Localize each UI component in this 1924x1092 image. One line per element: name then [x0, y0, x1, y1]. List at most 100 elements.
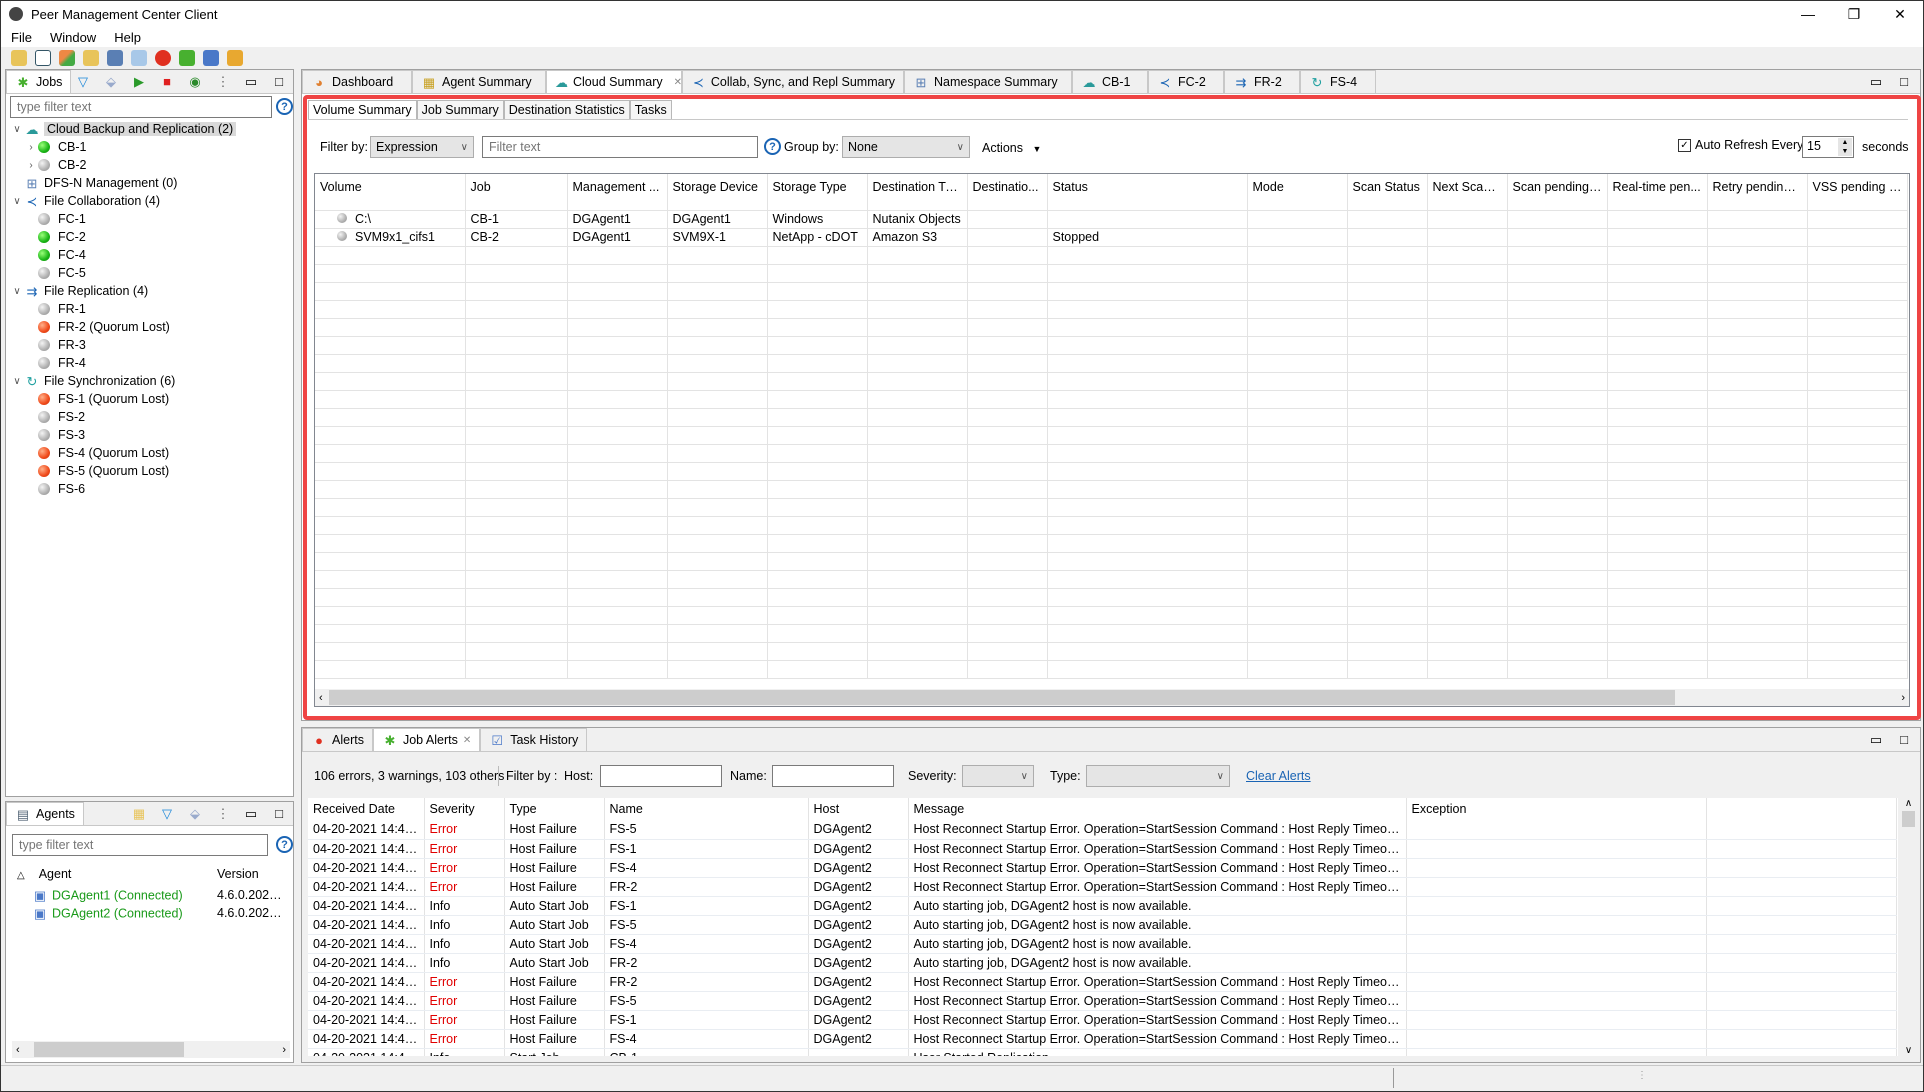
tree-group[interactable]: ∨ ≺ File Collaboration (4) — [10, 192, 285, 210]
agents-tab[interactable]: ▤ Agents — [6, 802, 84, 825]
minimize-view-icon[interactable]: ▭ — [1868, 73, 1884, 89]
alerts-vscrollbar[interactable]: ∧ ∨ — [1900, 798, 1917, 1056]
dashboard-icon[interactable] — [59, 50, 75, 66]
tree-item[interactable]: FC-5 — [10, 264, 285, 282]
name-filter-input[interactable] — [772, 765, 894, 787]
scroll-thumb[interactable] — [1902, 811, 1915, 827]
tree-item[interactable]: FC-4 — [10, 246, 285, 264]
tree-item[interactable]: FC-1 — [10, 210, 285, 228]
task-icon[interactable] — [203, 50, 219, 66]
list-icon[interactable] — [35, 50, 51, 66]
tree-item[interactable]: FR-3 — [10, 336, 285, 354]
alert-row[interactable]: 04-20-2021 14:44:01 Info Auto Start Job FS-… — [308, 915, 1897, 935]
editor-tab[interactable]: ⇉ FR-2 — [1224, 70, 1300, 93]
alert-row[interactable]: 04-20-2021 14:43:31 Info Auto Start Job FR-… — [308, 953, 1897, 973]
restore-button[interactable]: ❐ — [1831, 1, 1877, 27]
type-select[interactable]: ∨ — [1086, 765, 1230, 787]
filter-icon[interactable]: ▽ — [159, 805, 175, 821]
sync-icon[interactable] — [227, 50, 243, 66]
close-tab-icon[interactable]: ✕ — [674, 77, 682, 88]
minimize-view-icon[interactable]: ▭ — [1868, 731, 1884, 747]
tree-item[interactable]: › CB-2 — [10, 156, 285, 174]
maximize-view-icon[interactable]: □ — [1896, 73, 1912, 89]
bottom-tab[interactable]: ☑ Task History — [480, 728, 588, 751]
alert-row[interactable]: 04-20-2021 14:45:06 Error Host Failure FS-1… — [308, 839, 1897, 859]
editor-tab[interactable]: ☁ Cloud Summary ✕ — [546, 70, 682, 93]
help-icon[interactable]: ? — [276, 836, 293, 853]
tag-icon[interactable]: ⬙ — [103, 73, 119, 89]
alert-row[interactable]: 04-20-2021 14:44:01 Info Auto Start Job FS-… — [308, 934, 1897, 954]
editor-tab[interactable]: ≺ FC-2 — [1148, 70, 1224, 93]
column-header[interactable]: Exception — [1406, 798, 1707, 820]
chevron-down-icon[interactable]: ∨ — [10, 196, 24, 207]
close-button[interactable]: ✕ — [1877, 1, 1923, 27]
scroll-thumb[interactable] — [34, 1042, 184, 1057]
version-column-header[interactable]: Version — [212, 862, 292, 886]
scroll-up-icon[interactable]: ∧ — [1900, 798, 1917, 809]
scroll-left-icon[interactable]: ‹ — [16, 1044, 20, 1056]
tree-item[interactable]: FS-6 — [10, 480, 285, 498]
agent-row[interactable]: ▣ DGAgent1 (Connected) 4.6.0.2021040 — [12, 886, 292, 904]
tree-item[interactable]: FS-5 (Quorum Lost) — [10, 462, 285, 480]
new-icon[interactable] — [11, 50, 27, 66]
run-icon[interactable]: ◉ — [187, 73, 203, 89]
jobs-icon[interactable] — [179, 50, 195, 66]
tree-item[interactable]: FR-4 — [10, 354, 285, 372]
column-header[interactable]: Message — [908, 798, 1407, 820]
tag-icon[interactable] — [131, 50, 147, 66]
maximize-view-icon[interactable]: □ — [271, 73, 287, 89]
editor-tab[interactable]: ▦ Agent Summary — [412, 70, 546, 93]
tree-group[interactable]: ∨ ↻ File Synchronization (6) — [10, 372, 285, 390]
tree-group[interactable]: ∨ ☁ Cloud Backup and Replication (2) — [10, 120, 285, 138]
tree-item[interactable]: FC-2 — [10, 228, 285, 246]
tree-group[interactable]: ∨ ⇉ File Replication (4) — [10, 282, 285, 300]
column-header[interactable]: Received Date — [308, 798, 425, 820]
stop-icon[interactable]: ■ — [159, 73, 175, 89]
tree-item[interactable]: FR-1 — [10, 300, 285, 318]
jobs-tab[interactable]: ✱ Jobs — [6, 70, 72, 93]
scroll-right-icon[interactable]: › — [282, 1044, 286, 1056]
agents-filter-input[interactable] — [12, 834, 268, 856]
close-tab-icon[interactable]: ✕ — [463, 735, 471, 746]
editor-tab[interactable]: ⊞ Namespace Summary — [904, 70, 1072, 93]
help-icon[interactable]: ? — [276, 98, 293, 115]
minimize-button[interactable]: — — [1785, 1, 1831, 27]
menu-file[interactable]: File — [11, 30, 32, 45]
alert-row[interactable]: 04-20-2021 14:43:22 Error Host Failure FS-1… — [308, 1010, 1897, 1030]
start-icon[interactable]: ▶ — [131, 73, 147, 89]
agent-row[interactable]: ▣ DGAgent2 (Connected) 4.6.0.2021040 — [12, 904, 292, 922]
tree-item[interactable]: › CB-1 — [10, 138, 285, 156]
alert-icon[interactable] — [155, 50, 171, 66]
agent-icon[interactable] — [83, 50, 99, 66]
editor-tab[interactable]: ↻ FS-4 — [1300, 70, 1376, 93]
tree-item[interactable]: FR-2 (Quorum Lost) — [10, 318, 285, 336]
column-header[interactable]: Severity — [424, 798, 505, 820]
agent-column-header[interactable]: △ Agent — [12, 862, 212, 886]
add-agent-icon[interactable]: ▦ — [131, 805, 147, 821]
editor-tab[interactable]: ≺ Collab, Sync, and Repl Summary — [682, 70, 904, 93]
minimize-view-icon[interactable]: ▭ — [243, 73, 259, 89]
alert-row[interactable]: 04-20-2021 14:45:06 Error Host Failure FS-4… — [308, 858, 1897, 878]
tree-item[interactable]: FS-3 — [10, 426, 285, 444]
filter-icon[interactable]: ▽ — [75, 73, 91, 89]
bottom-tab[interactable]: ● Alerts — [302, 728, 373, 751]
editor-tab[interactable]: ◕ Dashboard — [302, 70, 412, 93]
maximize-view-icon[interactable]: □ — [271, 805, 287, 821]
menu-window[interactable]: Window — [50, 30, 96, 45]
editor-tab[interactable]: ☁ CB-1 — [1072, 70, 1148, 93]
alert-row[interactable]: 04-20-2021 14:45:06 Error Host Failure FS-5… — [308, 820, 1897, 840]
agents-hscrollbar[interactable]: ‹ › — [12, 1041, 290, 1058]
alert-row[interactable]: 04-20-2021 14:43:06 Error Host Failure FS-4… — [308, 1029, 1897, 1049]
resize-grip-icon[interactable]: ⋮ — [1637, 1070, 1647, 1081]
schedule-icon[interactable] — [107, 50, 123, 66]
minimize-view-icon[interactable]: ▭ — [243, 805, 259, 821]
maximize-view-icon[interactable]: □ — [1896, 731, 1912, 747]
alert-row[interactable]: 04-20-2021 14:44:36 Error Host Failure FR-2… — [308, 877, 1897, 897]
column-header[interactable]: Host — [808, 798, 909, 820]
chevron-right-icon[interactable]: › — [24, 142, 38, 153]
scroll-down-icon[interactable]: ∨ — [1900, 1045, 1917, 1056]
tree-item[interactable]: FS-4 (Quorum Lost) — [10, 444, 285, 462]
tree-item[interactable]: FS-2 — [10, 408, 285, 426]
tag-icon[interactable]: ⬙ — [187, 805, 203, 821]
menu-help[interactable]: Help — [114, 30, 141, 45]
